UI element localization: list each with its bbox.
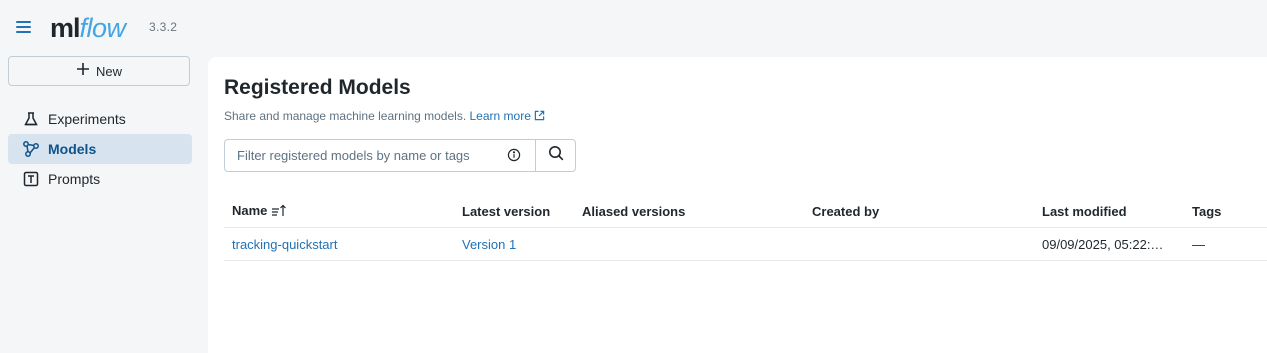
column-label: Name [232,202,268,218]
column-header-aliased-versions[interactable]: Aliased versions [574,204,804,219]
model-name-link[interactable]: tracking-quickstart [232,237,337,252]
logo-flow-text: flow [79,13,127,43]
subtitle-text: Share and manage machine learning models… [224,109,467,123]
search-icon [548,145,564,166]
sidebar-item-label: Models [48,141,97,157]
search-bar [224,139,576,172]
sidebar-item-label: Prompts [48,171,101,187]
column-header-created-by[interactable]: Created by [804,204,1034,219]
models-icon [22,140,40,158]
learn-more-label: Learn more [469,109,531,123]
column-header-tags[interactable]: Tags [1184,204,1267,219]
info-icon[interactable] [507,148,521,162]
models-table: Name Latest version Aliased versions Cre… [224,195,1267,261]
table-header: Name Latest version Aliased versions Cre… [224,195,1267,228]
sidebar-item-label: Experiments [48,111,126,127]
mlflow-logo[interactable]: ml flow [50,10,126,46]
sort-ascending-icon[interactable] [271,204,287,220]
main-panel: Registered Models Share and manage machi… [208,57,1267,353]
tags-cell: — [1192,236,1205,252]
table-row: tracking-quickstart Version 1 09/09/2025… [224,228,1267,261]
last-modified-cell: 09/09/2025, 05:22:… [1042,236,1164,252]
beaker-icon [22,110,40,128]
menu-icon[interactable] [15,19,33,35]
sidebar-nav: Experiments Models Prompts [8,104,192,194]
page-title: Registered Models [224,76,411,99]
plus-icon [76,61,90,79]
new-button[interactable]: New [8,56,190,86]
column-header-last-modified[interactable]: Last modified [1034,204,1184,219]
learn-more-link[interactable]: Learn more [470,109,545,123]
new-button-label: New [95,63,122,79]
column-header-name[interactable]: Name [224,203,454,220]
version-label: 3.3.2 [149,20,178,34]
sidebar-item-prompts[interactable]: Prompts [8,164,192,194]
search-input[interactable] [224,139,535,172]
page-subtitle: Share and manage machine learning models… [224,109,545,124]
sidebar-item-experiments[interactable]: Experiments [8,104,192,134]
latest-version-link[interactable]: Version 1 [462,237,516,252]
column-header-latest-version[interactable]: Latest version [454,204,574,219]
external-link-icon [534,110,545,124]
logo-ml-text: ml [50,13,80,43]
search-button[interactable] [535,139,576,172]
sidebar-item-models[interactable]: Models [8,134,192,164]
text-box-icon [22,170,40,188]
